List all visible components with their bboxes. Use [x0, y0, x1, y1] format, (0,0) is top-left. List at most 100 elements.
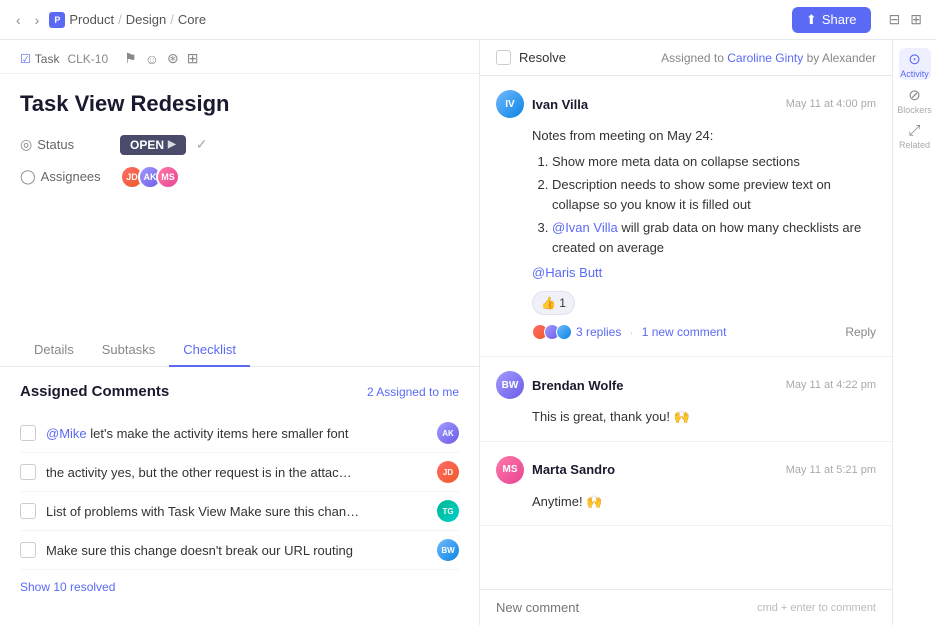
comments-list: IV Ivan Villa May 11 at 4:00 pm Notes fr… — [480, 76, 892, 589]
avatar-group[interactable]: JD AK MS — [120, 165, 174, 189]
resolve-label: Resolve — [519, 50, 566, 65]
comment-header: BW Brendan Wolfe May 11 at 4:22 pm — [496, 371, 876, 399]
emoji-icon[interactable]: ☺ — [145, 51, 159, 67]
nav-forward-button[interactable]: › — [31, 10, 44, 30]
flag-icon[interactable]: ⚑ — [124, 50, 137, 67]
checklist-section: Assigned Comments 2 Assigned to me @Mike… — [0, 367, 479, 625]
checklist-item-text-1: @Mike let's make the activity items here… — [46, 426, 349, 441]
status-label: ◎ Status — [20, 136, 120, 153]
comment-body-3: Anytime! 🙌 — [496, 492, 876, 512]
emoji-reaction[interactable]: 👍 1 — [532, 291, 575, 315]
show-resolved-link[interactable]: Show 10 resolved — [20, 570, 459, 604]
activity-label: Activity — [900, 69, 929, 79]
resolve-assigned: Assigned to Caroline Ginty by Alexander — [661, 51, 876, 65]
checklist-checkbox-4[interactable] — [20, 542, 36, 558]
checklist-checkbox-3[interactable] — [20, 503, 36, 519]
window-minimize-button[interactable]: ⊟ — [887, 9, 903, 30]
comment-header: MS Marta Sandro May 11 at 5:21 pm — [496, 456, 876, 484]
comment-author-2: Brendan Wolfe — [532, 378, 624, 393]
related-label: Related — [899, 140, 930, 150]
checklist-item: the activity yes, but the other request … — [20, 453, 459, 492]
resolve-checkbox[interactable] — [496, 50, 511, 65]
status-arrow-icon: ▶ — [168, 139, 176, 150]
footer-av-3 — [556, 324, 572, 340]
task-tabs: Details Subtasks Checklist — [0, 324, 479, 367]
comment-author-1: Ivan Villa — [532, 97, 588, 112]
related-icon: ⤢ — [908, 122, 920, 139]
tab-details[interactable]: Details — [20, 334, 88, 367]
status-badge[interactable]: OPEN ▶ — [120, 135, 186, 155]
comment-author-3: Marta Sandro — [532, 462, 615, 477]
item-avatar-4: BW — [437, 539, 459, 561]
left-panel: ☑ Task CLK-10 ⚑ ☺ ⊛ ⊞ Task View Redesign… — [0, 40, 480, 625]
activity-panel: Resolve Assigned to Caroline Ginty by Al… — [480, 40, 892, 625]
comment-shortcut: cmd + enter to comment — [757, 602, 876, 614]
nav-back-button[interactable]: ‹ — [12, 10, 25, 30]
tag-icon[interactable]: ⊛ — [167, 50, 179, 67]
status-check-icon[interactable]: ✓ — [196, 136, 208, 153]
comment-avatar-1: IV — [496, 90, 524, 118]
share-button[interactable]: ⬆ Share — [792, 7, 871, 33]
task-id: CLK-10 — [67, 52, 108, 66]
comment-avatar-2: BW — [496, 371, 524, 399]
blockers-label: Blockers — [897, 105, 932, 115]
new-comment-badge[interactable]: 1 new comment — [642, 323, 727, 341]
sidebar-activity-button[interactable]: ⊙ Activity — [899, 48, 931, 80]
blockers-icon: ⊘ — [908, 86, 921, 104]
checklist-item-text-3: List of problems with Task View Make sur… — [46, 504, 359, 519]
comment-time-2: May 11 at 4:22 pm — [786, 379, 876, 391]
comment-block: BW Brendan Wolfe May 11 at 4:22 pm This … — [480, 357, 892, 442]
activity-icon: ⊙ — [908, 50, 921, 68]
right-panel: Resolve Assigned to Caroline Ginty by Al… — [480, 40, 936, 625]
new-comment-input[interactable] — [496, 600, 757, 615]
tab-checklist[interactable]: Checklist — [169, 334, 250, 367]
checklist-item-text-4: Make sure this change doesn't break our … — [46, 543, 353, 558]
assignees-value[interactable]: JD AK MS — [120, 165, 174, 189]
window-maximize-button[interactable]: ⊞ — [908, 9, 924, 30]
image-icon[interactable]: ⊞ — [187, 50, 199, 67]
breadcrumb-product[interactable]: Product — [69, 12, 114, 27]
replies-link[interactable]: 3 replies — [576, 323, 621, 341]
top-bar-left: ‹ › P Product / Design / Core — [12, 10, 206, 30]
checklist-title: Assigned Comments — [20, 383, 169, 400]
comment-header: IV Ivan Villa May 11 at 4:00 pm — [496, 90, 876, 118]
reply-button[interactable]: Reply — [845, 323, 876, 341]
item-avatar-2: JD — [437, 461, 459, 483]
checklist-checkbox-2[interactable] — [20, 464, 36, 480]
item-avatar-1: AK — [437, 422, 459, 444]
task-type-icon: ☑ — [20, 52, 31, 66]
tab-subtasks[interactable]: Subtasks — [88, 334, 169, 367]
checklist-item-text-2: the activity yes, but the other request … — [46, 465, 352, 480]
sidebar-blockers-button[interactable]: ⊘ Blockers — [899, 84, 931, 116]
assigned-badge[interactable]: 2 Assigned to me — [367, 385, 459, 399]
assignees-field-row: ◯ Assignees JD AK MS — [20, 165, 459, 189]
checklist-item: List of problems with Task View Make sur… — [20, 492, 459, 531]
status-text: OPEN — [130, 138, 164, 152]
comment-time-1: May 11 at 4:00 pm — [786, 98, 876, 110]
task-title: Task View Redesign — [20, 90, 459, 119]
assignees-label: ◯ Assignees — [20, 168, 120, 185]
task-type: ☑ Task — [20, 52, 59, 66]
comment-block: MS Marta Sandro May 11 at 5:21 pm Anytim… — [480, 442, 892, 527]
breadcrumb-core[interactable]: Core — [178, 12, 206, 27]
status-field-row: ◎ Status OPEN ▶ ✓ — [20, 135, 459, 155]
status-icon: ◎ — [20, 136, 32, 153]
task-toolbar: ☑ Task CLK-10 ⚑ ☺ ⊛ ⊞ — [0, 40, 479, 74]
avatar-3[interactable]: MS — [156, 165, 180, 189]
share-icon: ⬆ — [806, 12, 817, 28]
top-bar: ‹ › P Product / Design / Core ⬆ Share ⊟ … — [0, 0, 936, 40]
comment-time-3: May 11 at 5:21 pm — [786, 464, 876, 476]
breadcrumb: P Product / Design / Core — [49, 12, 206, 28]
window-controls: ⊟ ⊞ — [887, 9, 924, 30]
comment-body-2: This is great, thank you! 🙌 — [496, 407, 876, 427]
breadcrumb-design[interactable]: Design — [126, 12, 166, 27]
checklist-item: @Mike let's make the activity items here… — [20, 414, 459, 453]
checklist-header: Assigned Comments 2 Assigned to me — [20, 383, 459, 400]
task-content: Task View Redesign ◎ Status OPEN ▶ ✓ — [0, 74, 479, 316]
sidebar-related-button[interactable]: ⤢ Related — [899, 120, 931, 152]
status-value: OPEN ▶ ✓ — [120, 135, 207, 155]
assignee-icon: ◯ — [20, 168, 36, 185]
item-avatar-3: TG — [437, 500, 459, 522]
checklist-checkbox-1[interactable] — [20, 425, 36, 441]
footer-avatars — [532, 324, 568, 340]
